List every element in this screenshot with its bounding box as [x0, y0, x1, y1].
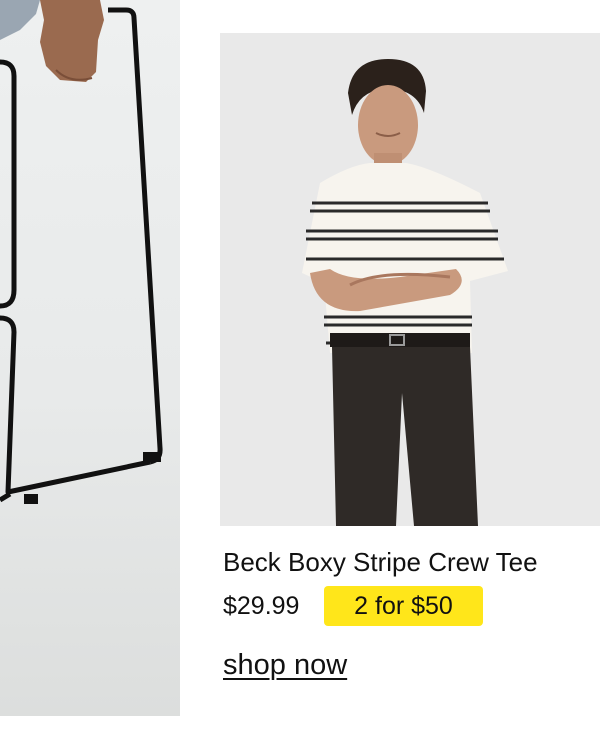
lifestyle-photo[interactable]: [0, 0, 180, 716]
shop-now-link[interactable]: shop now: [223, 647, 347, 683]
product-price: $29.99: [223, 592, 300, 620]
promo-badge: 2 for $50: [324, 586, 483, 626]
stool-illustration: [0, 0, 163, 504]
model-illustration: [302, 59, 508, 526]
product-image[interactable]: [220, 33, 600, 526]
product-name[interactable]: Beck Boxy Stripe Crew Tee: [223, 545, 538, 579]
